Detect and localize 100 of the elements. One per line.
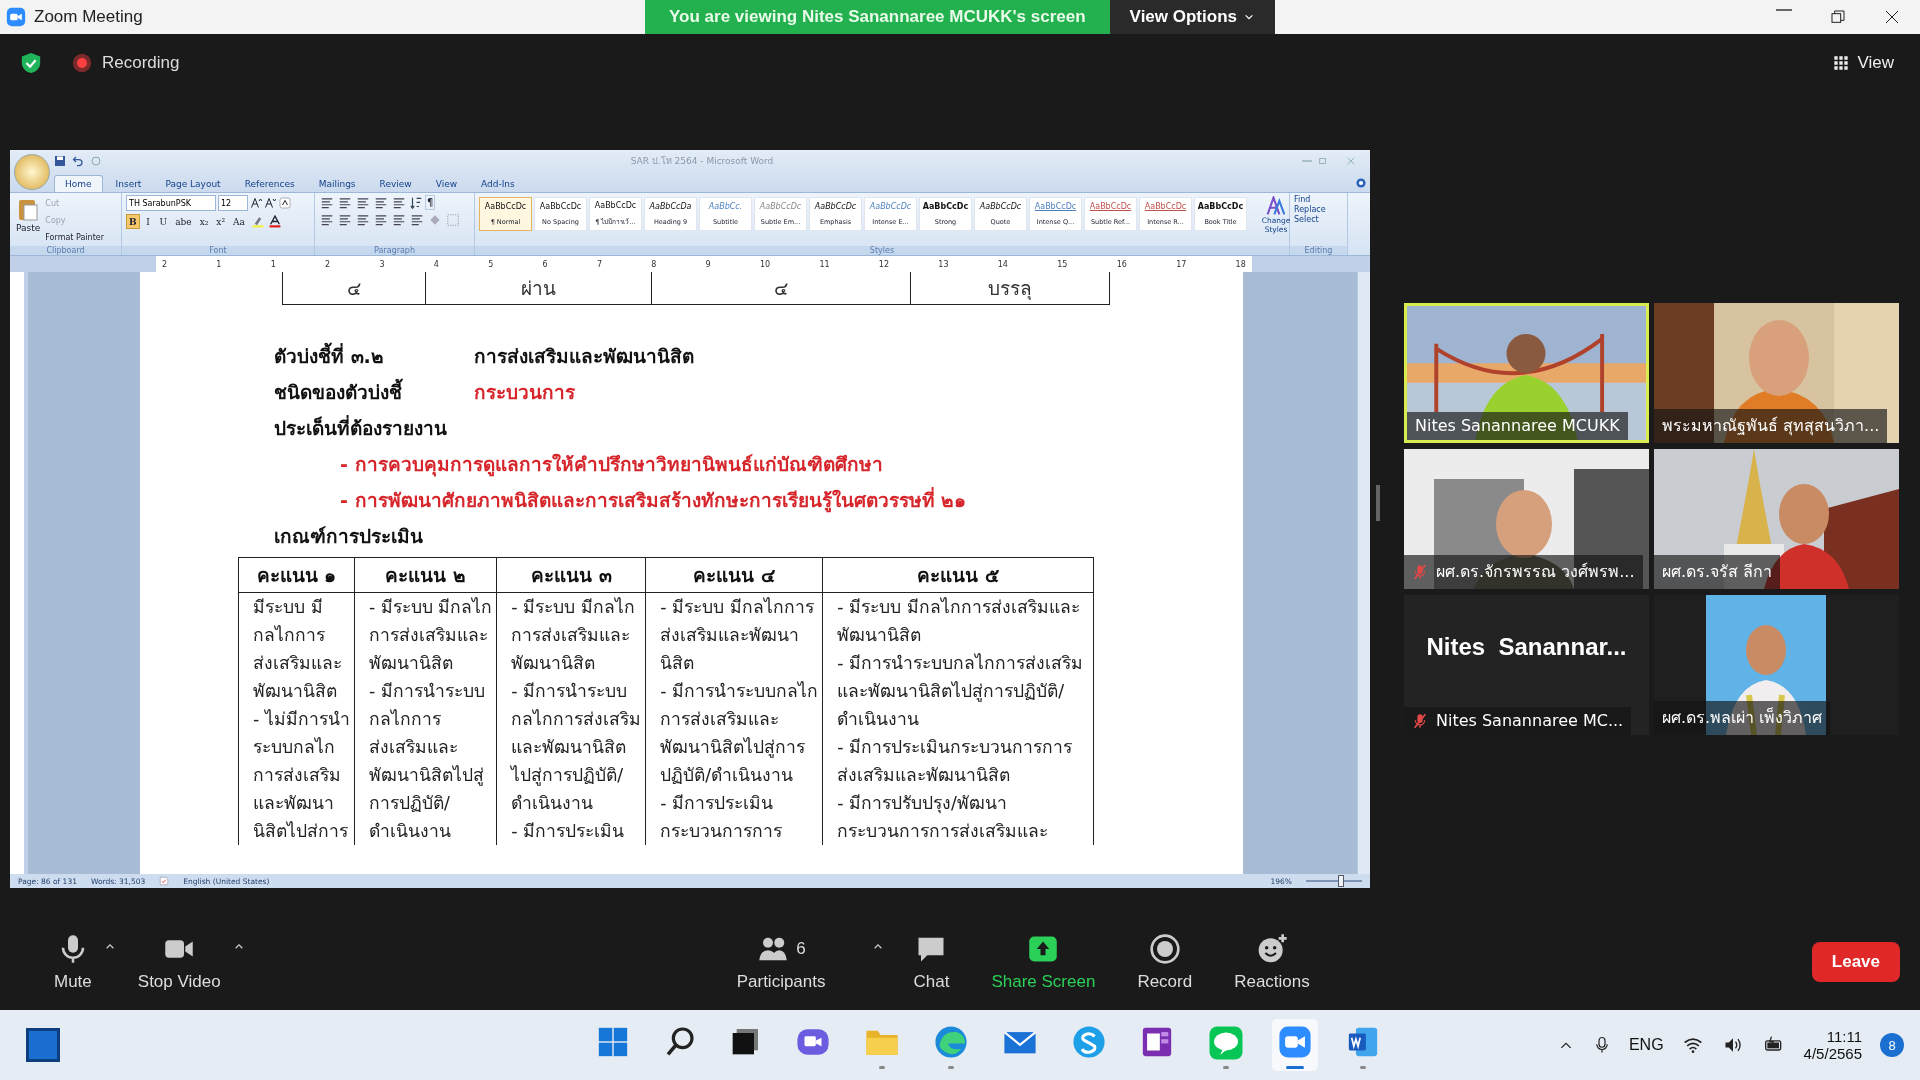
- view-button[interactable]: View: [1827, 52, 1900, 74]
- format-button[interactable]: B: [126, 214, 140, 229]
- column-header: คะแนน ๑: [238, 557, 355, 593]
- cell-text: กลไกการ: [253, 624, 326, 647]
- font-size-field[interactable]: 12: [218, 195, 248, 211]
- toolbar-button[interactable]: Reactions: [1222, 932, 1322, 992]
- resize-handle[interactable]: [1376, 485, 1380, 521]
- minimize-icon: [1302, 160, 1312, 162]
- editing-button[interactable]: Select: [1294, 215, 1326, 224]
- notebook-icon: [1140, 1025, 1174, 1059]
- widgets-icon[interactable]: [26, 1028, 60, 1062]
- cell-text: - มีระบบ มีกลไก: [368, 596, 493, 619]
- video-tile[interactable]: ผศ.ดร.จักรพรรณ วงศ์พรพ...: [1404, 449, 1649, 589]
- video-tile[interactable]: ผศ.ดร.จรัส ลีกา: [1654, 449, 1899, 589]
- cell-text: มีระบบ มี: [253, 596, 324, 619]
- document-title: SAR ป.โท 2564 - Microsoft Word: [629, 155, 775, 168]
- format-button[interactable]: abe: [172, 214, 195, 229]
- ribbon-tab[interactable]: References: [233, 175, 306, 192]
- start-icon: [596, 1025, 630, 1059]
- toolbar-button[interactable]: Chat: [901, 932, 962, 992]
- language-indicator[interactable]: ENG: [1628, 1036, 1664, 1054]
- format-button[interactable]: I: [141, 214, 155, 229]
- view-options-button[interactable]: View Options: [1109, 0, 1275, 34]
- styles-letters-icon: [1265, 196, 1287, 216]
- field-value: การส่งเสริมและพัฒนานิสิต: [474, 344, 694, 369]
- ribbon-tab[interactable]: Add-Ins: [470, 175, 526, 192]
- format-button[interactable]: Aa: [230, 214, 248, 229]
- report-item: - การควบคุมการดูแลการให้คำปรึกษาวิทยานิพนธ์แก่บัณฑิตศึกษา: [340, 453, 883, 475]
- close-icon: [1884, 9, 1900, 25]
- group-label: Editing: [1290, 246, 1347, 255]
- toolbar-button[interactable]: Share Screen: [979, 932, 1108, 992]
- cell-text: - มีระบบ มีกลไก: [511, 596, 636, 619]
- restore-icon: [1318, 156, 1328, 166]
- leave-button[interactable]: Leave: [1811, 942, 1900, 982]
- clock-time: 11:11: [1826, 1028, 1862, 1045]
- toolbar-button[interactable]: 6 Participants: [724, 932, 838, 992]
- vertical-scrollbar[interactable]: [1357, 272, 1370, 874]
- cell-text: ส่งเสริมและ: [368, 736, 459, 759]
- shield-icon: [20, 51, 42, 75]
- cell-text: ส่งเสริมและพัฒนานิสิต: [837, 764, 1012, 787]
- video-tile[interactable]: พระมหาณัฐพันธ์ สุทสุสนวิภา...: [1654, 303, 1899, 443]
- section-heading: เกณฑ์การประเมิน: [274, 524, 423, 549]
- cell-text: ดำเนินงาน: [368, 820, 452, 843]
- ribbon-tab[interactable]: Home: [54, 175, 103, 192]
- muted-microphone-icon: [1412, 711, 1428, 730]
- cell-text: - มีการนำระบบ: [368, 680, 486, 703]
- toolbar-button[interactable]: Record: [1125, 932, 1205, 992]
- format-button[interactable]: x²: [213, 214, 229, 229]
- cell-text: ส่งเสริมและ: [253, 652, 343, 675]
- ribbon-tab[interactable]: Review: [368, 175, 423, 192]
- cell-text: พัฒนานิสิตไปสู่การ: [660, 736, 807, 760]
- show-formatting-button[interactable]: ¶: [425, 195, 436, 210]
- participant-count: 6: [796, 939, 806, 959]
- cell-text: การส่งเสริมและ: [368, 624, 489, 647]
- ribbon-tab[interactable]: Page Layout: [154, 175, 232, 192]
- cell-text: - ไม่มีการนำ: [253, 708, 350, 731]
- window-title: Zoom Meeting: [34, 7, 143, 27]
- toolbar-button[interactable]: Stop Video: [125, 932, 233, 992]
- ribbon-tab[interactable]: Insert: [104, 175, 153, 192]
- participant-name: Nites Sanannaree MC...: [1436, 711, 1624, 730]
- font-name-field[interactable]: TH SarabunPSK: [126, 195, 216, 211]
- cell-text: ปฏิบัติ/ดำเนินงาน: [660, 764, 795, 787]
- clear-format-icon: [278, 197, 292, 209]
- ribbon-tab[interactable]: Mailings: [307, 175, 367, 192]
- video-tile[interactable]: Nites Sanannar... Nites Sanannaree MC...: [1404, 595, 1649, 735]
- recording-icon: [72, 53, 92, 73]
- cell-text: นิสิตไปส่การ: [253, 820, 349, 843]
- ribbon-tab[interactable]: View: [424, 175, 469, 192]
- cell-text: พัฒนานิสิต: [253, 680, 338, 703]
- clipboard-button[interactable]: Format Painter: [45, 233, 105, 242]
- participant-name: ผศ.ดร.พลเผ่า เพ็งวิภาศ: [1662, 706, 1823, 729]
- toolbar-button[interactable]: Mute: [42, 932, 104, 992]
- video-tile[interactable]: Nites Sanannaree MCUKK: [1404, 303, 1649, 443]
- format-button[interactable]: x₂: [196, 214, 212, 229]
- cell-text: ดำเนินงาน: [837, 708, 921, 731]
- circle-app-icon: [1072, 1025, 1106, 1059]
- table-cell: ๔: [651, 272, 911, 305]
- cell-text: และพัฒนานิสิตไปสู่การปฏิบัติ/: [837, 680, 1066, 704]
- cell-text: พัฒนานิสิต: [511, 652, 597, 675]
- clock-date: 4/5/2565: [1803, 1045, 1862, 1062]
- cell-text: ไปสู่การปฏิบัติ/: [511, 764, 625, 788]
- notification-badge[interactable]: 8: [1880, 1033, 1904, 1057]
- cell-text: และพัฒนานิสิต: [511, 736, 628, 759]
- field-label: ชนิดของตัวบ่งชี้: [274, 377, 474, 407]
- save-icon: [54, 155, 66, 167]
- paste-button[interactable]: Paste: [14, 195, 43, 246]
- format-button[interactable]: U: [156, 214, 171, 229]
- editing-button[interactable]: Replace: [1294, 205, 1326, 214]
- cell-text: - มีระบบ มีกลไกการ: [660, 596, 815, 619]
- sort-icon: [409, 195, 423, 210]
- document-icon: [1346, 1025, 1380, 1059]
- cell-text: - มีการนำระบบกลไก: [660, 680, 819, 703]
- cell-text: กลไกการส่งเสริม: [511, 708, 642, 731]
- editing-button[interactable]: Find: [1294, 195, 1326, 204]
- close-icon: [1346, 156, 1356, 166]
- cell-text: กระบวนการการส่งเสริมและ: [837, 820, 1050, 843]
- participant-display-name: Nites Sanannar...: [1425, 633, 1628, 661]
- group-label: Font: [122, 246, 314, 255]
- font-color-icon: [267, 215, 282, 228]
- participant-name: พระมหาณัฐพันธ์ สุทสุสนวิภา...: [1662, 415, 1880, 438]
